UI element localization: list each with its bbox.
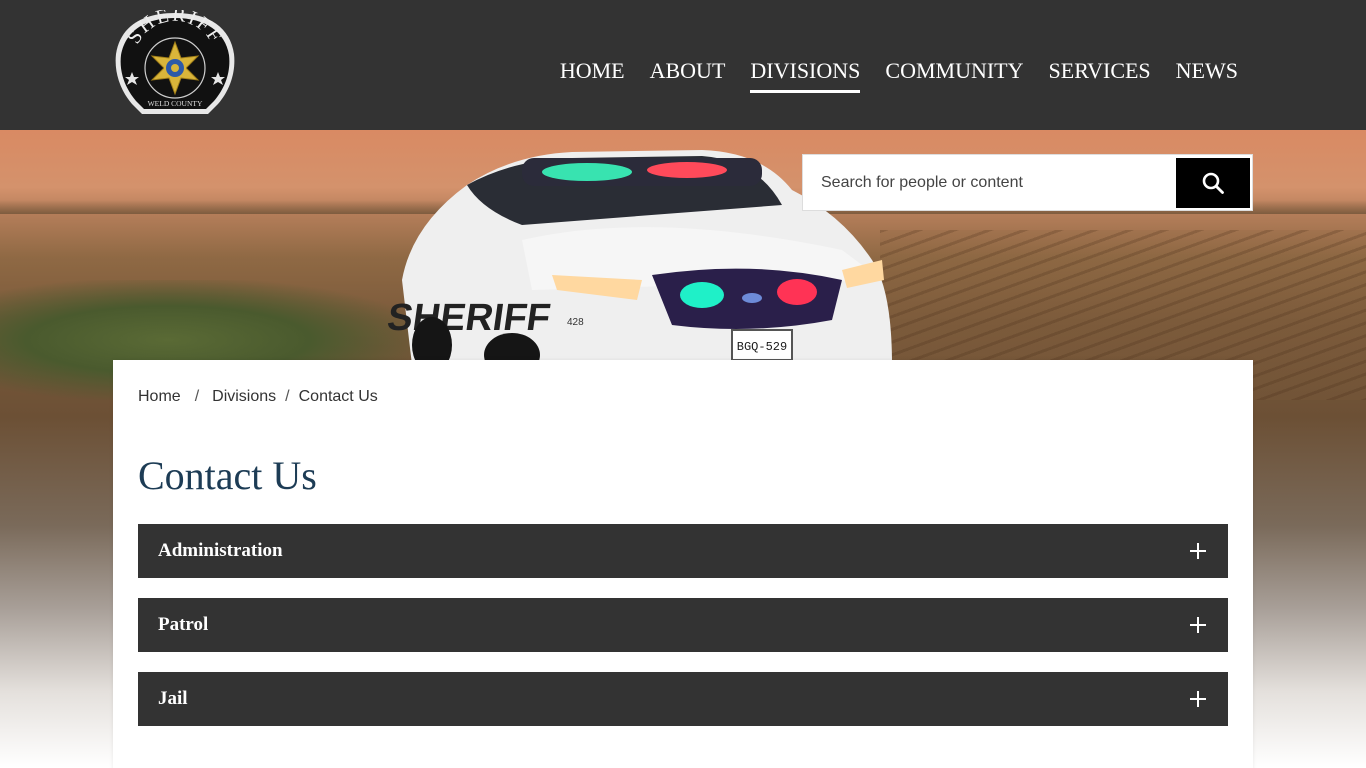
search-box xyxy=(802,154,1253,211)
accordion-item-administration[interactable]: Administration xyxy=(138,524,1228,578)
nav-item-services[interactable]: SERVICES xyxy=(1049,58,1151,93)
svg-text:WELD COUNTY: WELD COUNTY xyxy=(148,99,203,108)
nav-item-news[interactable]: NEWS xyxy=(1176,58,1238,93)
breadcrumb-separator: / xyxy=(194,388,200,405)
breadcrumb-home[interactable]: Home xyxy=(138,388,181,406)
search-icon xyxy=(1202,172,1224,194)
accordion-label: Jail xyxy=(158,688,188,709)
accordion-item-jail[interactable]: Jail xyxy=(138,672,1228,726)
svg-text:BGQ-529: BGQ-529 xyxy=(737,340,787,354)
breadcrumb-divisions[interactable]: Divisions xyxy=(212,388,276,406)
nav-item-home[interactable]: HOME xyxy=(560,58,625,93)
plus-icon[interactable] xyxy=(1190,691,1206,707)
svg-text:428: 428 xyxy=(567,317,584,328)
sheriff-logo[interactable]: SHERIFF WELD COUNTY xyxy=(112,4,238,122)
main-nav: HOME ABOUT DIVISIONS COMMUNITY SERVICES … xyxy=(560,58,1238,93)
site-header: SHERIFF WELD COUNTY HOME ABOUT DIVISIONS… xyxy=(0,0,1366,130)
content-card: Home / Divisions / Contact Us Contact Us… xyxy=(113,360,1253,768)
accordion-label: Patrol xyxy=(158,614,209,635)
breadcrumb: Home / Divisions / Contact Us xyxy=(138,388,378,406)
nav-item-about[interactable]: ABOUT xyxy=(650,58,726,93)
plus-icon[interactable] xyxy=(1190,617,1206,633)
breadcrumb-current: Contact Us xyxy=(298,388,378,405)
accordion-item-patrol[interactable]: Patrol xyxy=(138,598,1228,652)
page-title: Contact Us xyxy=(138,453,317,498)
sheriff-badge-icon: SHERIFF WELD COUNTY xyxy=(115,4,235,114)
plus-icon[interactable] xyxy=(1190,543,1206,559)
contact-accordion: Administration Patrol Jail xyxy=(138,524,1228,746)
breadcrumb-separator: / xyxy=(285,388,290,405)
accordion-label: Administration xyxy=(158,540,283,561)
nav-item-community[interactable]: COMMUNITY xyxy=(885,58,1023,93)
search-button[interactable] xyxy=(1176,157,1250,208)
svg-text:SHERIFF: SHERIFF xyxy=(385,296,554,339)
search-input[interactable] xyxy=(803,155,1176,210)
nav-item-divisions[interactable]: DIVISIONS xyxy=(750,58,861,93)
